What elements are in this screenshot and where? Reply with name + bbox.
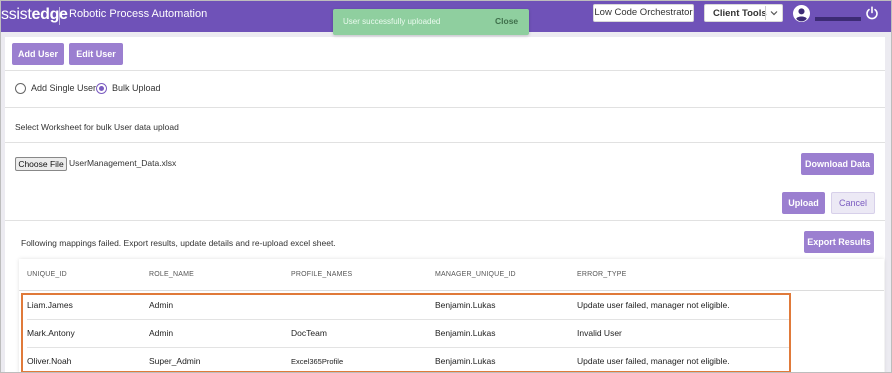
column-header: UNIQUE_ID: [27, 271, 67, 278]
cell-manager-unique-id: Benjamin.Lukas: [435, 300, 496, 310]
user-management-card: Add User Edit User Add Single User Bulk …: [5, 37, 885, 372]
user-avatar-icon[interactable]: [793, 5, 810, 22]
low-code-orchestrator-button[interactable]: Low Code Orchestrator: [593, 4, 694, 22]
cell-unique-id: Oliver.Noah: [27, 356, 72, 366]
edit-user-button[interactable]: Edit User: [69, 43, 123, 65]
cell-error-type: Invalid User: [577, 328, 622, 338]
cell-error-type: Update user failed, manager not eligible…: [577, 300, 730, 310]
bulk-upload-radio[interactable]: [96, 83, 107, 94]
cell-unique-id: Mark.Antony: [27, 328, 75, 338]
toast-close-button[interactable]: Close: [495, 16, 518, 26]
divider: [5, 107, 885, 108]
chevron-down-icon: [770, 11, 778, 16]
cell-role-name: Admin: [149, 328, 174, 338]
app-title: Robotic Process Automation: [69, 8, 208, 20]
cell-error-type: Update user failed, manager not eligible…: [577, 356, 730, 366]
add-single-user-label: Add Single User: [31, 83, 97, 93]
toast-message: User successfully uploaded: [343, 17, 441, 26]
power-icon[interactable]: [865, 6, 879, 20]
column-header: MANAGER_UNIQUE_ID: [435, 271, 516, 278]
divider: [5, 142, 885, 143]
cell-unique-id: Liam.James: [27, 300, 73, 310]
cell-profile-names: DocTeam: [291, 328, 327, 338]
add-user-button[interactable]: Add User: [12, 43, 64, 65]
choose-file-button[interactable]: Choose File: [15, 157, 67, 171]
table-row[interactable]: Liam.James Admin Benjamin.Lukas Update u…: [27, 292, 789, 318]
cell-profile-names: Excel365Profile: [291, 357, 344, 366]
export-results-button[interactable]: Export Results: [804, 231, 874, 253]
header-divider: [19, 290, 884, 291]
download-data-button[interactable]: Download Data: [801, 153, 874, 175]
dropdown-separator: [765, 6, 766, 20]
logo: ssistedge: [1, 6, 68, 23]
column-header: ERROR_TYPE: [577, 271, 627, 278]
table-row[interactable]: Oliver.Noah Super_Admin Excel365Profile …: [27, 348, 789, 372]
user-name-redacted: [815, 17, 861, 21]
client-tools-label: Client Tools: [713, 8, 767, 19]
bulk-upload-label: Bulk Upload: [112, 83, 161, 93]
column-header: PROFILE_NAMES: [291, 271, 353, 278]
cancel-button[interactable]: Cancel: [831, 192, 875, 214]
failed-mappings-table: UNIQUE_ID ROLE_NAME PROFILE_NAMES MANAGE…: [19, 259, 884, 372]
divider: [5, 220, 885, 221]
column-header: ROLE_NAME: [149, 271, 194, 278]
app-window: ssistedge Robotic Process Automation Low…: [0, 0, 892, 373]
table-row[interactable]: Mark.Antony Admin DocTeam Benjamin.Lukas…: [27, 320, 789, 346]
success-toast: User successfully uploaded Close: [333, 9, 529, 35]
upload-button[interactable]: Upload: [782, 192, 825, 214]
cell-role-name: Admin: [149, 300, 174, 310]
header-divider: [59, 7, 60, 25]
cell-role-name: Super_Admin: [149, 356, 201, 366]
upload-instruction: Select Worksheet for bulk User data uplo…: [15, 122, 179, 132]
client-tools-dropdown[interactable]: Client Tools: [704, 4, 783, 22]
cell-manager-unique-id: Benjamin.Lukas: [435, 328, 496, 338]
add-single-user-radio[interactable]: [15, 83, 26, 94]
selected-file-name: UserManagement_Data.xlsx: [69, 158, 177, 168]
divider: [5, 70, 885, 71]
cell-manager-unique-id: Benjamin.Lukas: [435, 356, 496, 366]
results-message: Following mappings failed. Export result…: [21, 238, 336, 248]
